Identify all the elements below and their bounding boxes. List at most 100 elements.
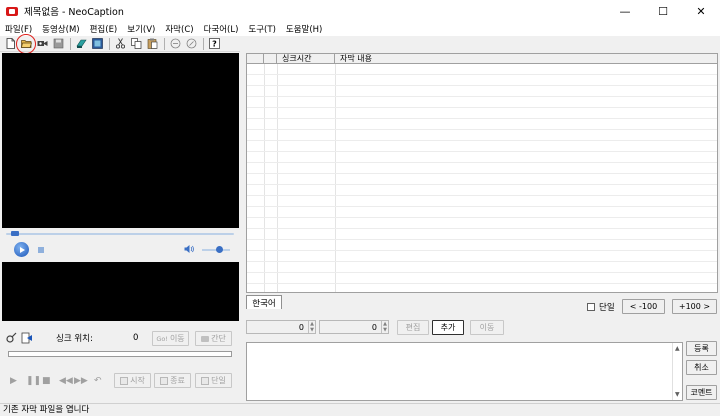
undo-icon[interactable] bbox=[168, 37, 182, 51]
language-tab-korean[interactable]: 한국어 bbox=[246, 295, 282, 309]
pause-control-icon[interactable]: ❚❚ bbox=[26, 376, 41, 386]
start-time-spinner[interactable]: 0 ▲ ▼ bbox=[246, 320, 316, 334]
edit-scrollbar[interactable]: ▲ ▼ bbox=[672, 343, 682, 400]
menu-video[interactable]: 동영상(M) bbox=[37, 23, 84, 35]
single-label: 단일 bbox=[211, 376, 226, 385]
spinner-arrows-icon[interactable]: ▲ ▼ bbox=[381, 321, 388, 333]
new-file-icon[interactable] bbox=[3, 37, 17, 51]
edit-button[interactable]: 편집 bbox=[397, 320, 429, 335]
open-folder-icon[interactable] bbox=[16, 33, 36, 54]
single-checkbox-label: 단일 bbox=[599, 303, 615, 313]
sync-position-value: 0 bbox=[133, 333, 139, 343]
interval-button[interactable]: 간단 bbox=[195, 331, 232, 346]
maximize-button[interactable]: ☐ bbox=[644, 0, 682, 22]
stop-icon[interactable] bbox=[38, 247, 44, 253]
grid-corner bbox=[247, 54, 264, 64]
volume-icon[interactable] bbox=[184, 244, 194, 254]
play-control-icon[interactable]: ▶ bbox=[10, 376, 17, 386]
properties-icon[interactable] bbox=[90, 37, 104, 51]
grid-row-line bbox=[247, 85, 717, 86]
link-icon[interactable] bbox=[6, 332, 18, 344]
comment-button[interactable]: 코멘트 bbox=[686, 385, 717, 400]
start-time-value: 0 bbox=[298, 322, 304, 332]
scroll-down-icon[interactable]: ▼ bbox=[675, 391, 680, 398]
sync-position-label: 싱크 위치: bbox=[56, 334, 93, 344]
grid-row-line bbox=[247, 217, 717, 218]
sync-time-header[interactable]: 싱크시간 bbox=[277, 54, 335, 64]
grid-row-line bbox=[247, 239, 717, 240]
go-move-button[interactable]: Go! 이동 bbox=[152, 331, 189, 346]
seek-thumb[interactable] bbox=[11, 231, 19, 236]
grid-row-line bbox=[247, 250, 717, 251]
minus-100-button[interactable]: < -100 bbox=[622, 299, 665, 314]
plus-100-button[interactable]: +100 > bbox=[672, 299, 717, 314]
grid-row-line bbox=[247, 272, 717, 273]
playback-row bbox=[6, 240, 236, 258]
grid-row-line bbox=[247, 228, 717, 229]
single-button[interactable]: 단일 bbox=[195, 373, 232, 388]
spinner-arrows-icon[interactable]: ▲ ▼ bbox=[308, 321, 315, 333]
replay-control-icon[interactable]: ↶ bbox=[94, 376, 102, 386]
cancel-button[interactable]: 취소 bbox=[686, 360, 717, 375]
window-controls: — ☐ ✕ bbox=[606, 0, 720, 22]
open-video-icon[interactable] bbox=[35, 37, 49, 51]
save-as-icon[interactable] bbox=[74, 37, 88, 51]
menu-caption[interactable]: 자막(C) bbox=[160, 23, 198, 35]
redo-icon[interactable] bbox=[184, 37, 198, 51]
seek-slider[interactable] bbox=[6, 231, 234, 236]
grid-index-header bbox=[264, 54, 277, 64]
menu-help[interactable]: 도움말(H) bbox=[281, 23, 327, 35]
grid-row-line bbox=[247, 74, 717, 75]
register-button[interactable]: 등록 bbox=[686, 341, 717, 356]
menu-tools[interactable]: 도구(T) bbox=[243, 23, 280, 35]
single-checkbox[interactable]: 단일 bbox=[587, 301, 615, 313]
volume-thumb[interactable] bbox=[216, 246, 223, 253]
start-button[interactable]: 시작 bbox=[114, 373, 151, 388]
caption-edit-area[interactable]: ▲ ▼ bbox=[246, 342, 683, 401]
window-title: 제목없음 - NeoCaption bbox=[24, 7, 124, 18]
paste-icon[interactable] bbox=[145, 37, 159, 51]
sync-file-icon[interactable] bbox=[21, 332, 33, 344]
scroll-up-icon[interactable]: ▲ bbox=[675, 345, 680, 352]
grid-row-line bbox=[247, 261, 717, 262]
copy-icon[interactable] bbox=[129, 37, 143, 51]
help-icon[interactable]: ? bbox=[207, 37, 221, 51]
cut-icon[interactable] bbox=[113, 37, 127, 51]
menu-file[interactable]: 파일(F) bbox=[0, 23, 37, 35]
grid-row-line bbox=[247, 283, 717, 284]
toolbar-separator bbox=[109, 37, 110, 50]
move-button[interactable]: 이동 bbox=[470, 320, 504, 335]
forward-control-icon[interactable]: ▶▶ bbox=[74, 376, 88, 386]
grid-row-line bbox=[247, 206, 717, 207]
grid-row-line bbox=[247, 96, 717, 97]
video-preview[interactable] bbox=[2, 53, 239, 228]
toolbar-separator bbox=[164, 37, 165, 50]
end-button[interactable]: 종료 bbox=[154, 373, 191, 388]
close-button[interactable]: ✕ bbox=[682, 0, 720, 22]
end-time-spinner[interactable]: 0 ▲ ▼ bbox=[319, 320, 389, 334]
single-checkbox-box[interactable] bbox=[587, 303, 595, 311]
single-icon bbox=[201, 376, 210, 385]
caption-grid[interactable]: 싱크시간 자막 내용 bbox=[246, 53, 718, 293]
status-bar: 기존 자막 파일을 엽니다 bbox=[0, 403, 720, 416]
sync-row: 싱크 위치: 0 Go! 이동 간단 bbox=[6, 330, 240, 346]
grid-row-line bbox=[247, 173, 717, 174]
menu-edit[interactable]: 편집(E) bbox=[85, 23, 123, 35]
end-icon bbox=[160, 376, 169, 385]
add-button[interactable]: 추가 bbox=[432, 320, 464, 335]
caption-content-header[interactable]: 자막 내용 bbox=[335, 54, 717, 64]
menu-multilang[interactable]: 다국어(L) bbox=[199, 23, 244, 35]
grid-row-line bbox=[247, 140, 717, 141]
play-button[interactable] bbox=[14, 242, 29, 257]
grid-column-line bbox=[277, 64, 278, 292]
save-icon[interactable] bbox=[51, 37, 65, 51]
end-label: 종료 bbox=[170, 376, 185, 385]
grid-header: 싱크시간 자막 내용 bbox=[247, 54, 717, 64]
interval-icon bbox=[201, 335, 210, 342]
grid-row-line bbox=[247, 162, 717, 163]
minimize-button[interactable]: — bbox=[606, 0, 644, 22]
menu-view[interactable]: 보기(V) bbox=[122, 23, 160, 35]
rewind-control-icon[interactable]: ◀◀ bbox=[59, 376, 73, 386]
waveform-view[interactable] bbox=[2, 262, 239, 321]
stop-control-icon[interactable]: ■ bbox=[42, 376, 51, 386]
